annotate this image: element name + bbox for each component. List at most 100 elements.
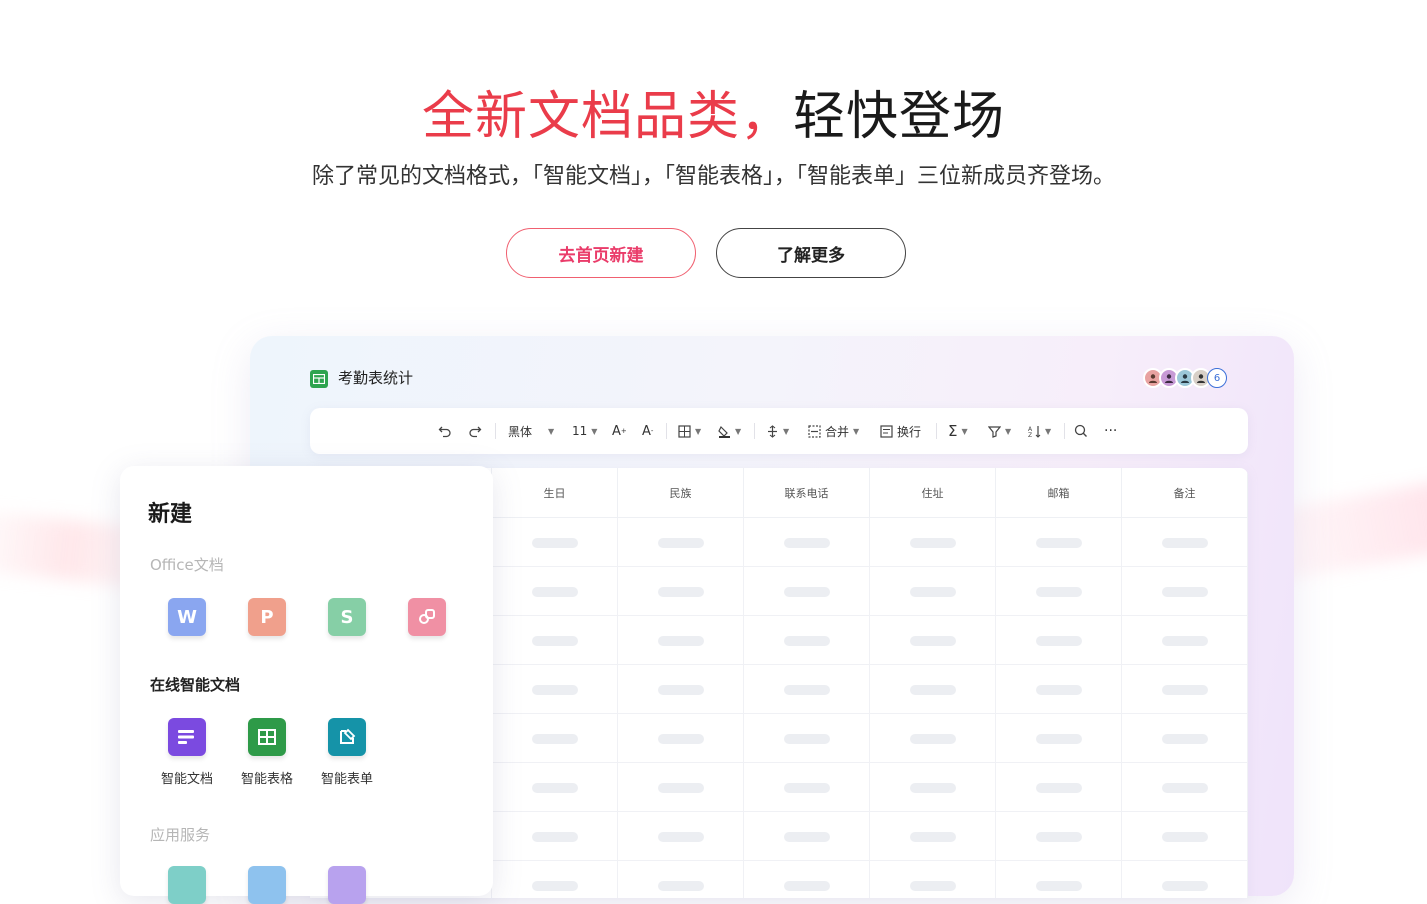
column-header-ethnicity[interactable]: 民族 xyxy=(618,468,744,518)
table-cell[interactable] xyxy=(870,567,996,616)
app-service-icon[interactable] xyxy=(248,866,286,904)
table-cell[interactable] xyxy=(996,861,1122,898)
smart-form-icon[interactable] xyxy=(328,718,366,756)
table-cell[interactable] xyxy=(870,812,996,861)
chevron-down-icon: ▼ xyxy=(1005,426,1012,436)
go-home-create-button[interactable]: 去首页新建 xyxy=(506,228,696,278)
chevron-down-icon: ▼ xyxy=(735,426,742,436)
table-cell[interactable] xyxy=(492,714,618,763)
table-cell[interactable] xyxy=(1122,714,1248,763)
learn-more-button[interactable]: 了解更多 xyxy=(716,228,906,278)
table-cell[interactable] xyxy=(618,616,744,665)
fill-color-icon[interactable]: ▼ xyxy=(718,408,741,454)
toolbar-divider xyxy=(495,423,496,439)
table-cell[interactable] xyxy=(870,714,996,763)
presentation-icon[interactable]: P xyxy=(248,598,286,636)
chevron-down-icon: ▼ xyxy=(548,426,555,436)
smart-form-label[interactable]: 智能表单 xyxy=(307,768,387,787)
filter-icon[interactable]: ▼ xyxy=(988,408,1011,454)
wrap-text-button[interactable]: 换行 xyxy=(880,408,921,454)
table-cell[interactable] xyxy=(1122,812,1248,861)
table-cell[interactable] xyxy=(492,763,618,812)
smart-table-icon[interactable] xyxy=(248,718,286,756)
table-cell[interactable] xyxy=(870,616,996,665)
table-cell[interactable] xyxy=(1122,518,1248,567)
table-cell[interactable] xyxy=(996,567,1122,616)
table-cell[interactable] xyxy=(492,518,618,567)
table-cell[interactable] xyxy=(492,812,618,861)
table-cell[interactable] xyxy=(1122,861,1248,898)
table-cell[interactable] xyxy=(492,567,618,616)
increase-font-icon[interactable]: A + xyxy=(612,408,627,454)
table-cell[interactable] xyxy=(1122,665,1248,714)
table-cell[interactable] xyxy=(870,518,996,567)
table-cell[interactable] xyxy=(744,714,870,763)
collaborator-avatars[interactable]: 6 xyxy=(1143,368,1227,390)
table-cell[interactable] xyxy=(492,861,618,898)
loading-placeholder xyxy=(1035,831,1082,842)
table-cell[interactable] xyxy=(744,518,870,567)
table-cell[interactable] xyxy=(618,763,744,812)
table-cell[interactable] xyxy=(744,567,870,616)
column-header-address[interactable]: 住址 xyxy=(870,468,996,518)
table-cell[interactable] xyxy=(996,518,1122,567)
table-cell[interactable] xyxy=(492,665,618,714)
sum-icon[interactable]: Σ ▼ xyxy=(948,408,968,454)
font-size-select[interactable]: 11 ▼ xyxy=(572,408,597,454)
column-header-phone[interactable]: 联系电话 xyxy=(744,468,870,518)
table-cell[interactable] xyxy=(744,763,870,812)
table-cell[interactable] xyxy=(618,518,744,567)
table-cell[interactable] xyxy=(870,861,996,898)
table-cell[interactable] xyxy=(996,812,1122,861)
table-cell[interactable] xyxy=(618,861,744,898)
pdf-icon[interactable] xyxy=(408,598,446,636)
undo-icon[interactable] xyxy=(438,408,452,454)
border-icon[interactable]: ▼ xyxy=(678,408,701,454)
app-service-icon[interactable] xyxy=(328,866,366,904)
redo-icon[interactable] xyxy=(468,408,482,454)
table-cell[interactable] xyxy=(744,861,870,898)
table-cell[interactable] xyxy=(744,616,870,665)
column-header-email[interactable]: 邮箱 xyxy=(996,468,1122,518)
document-title[interactable]: 考勤表统计 xyxy=(338,367,413,388)
table-cell[interactable] xyxy=(744,665,870,714)
table-cell[interactable] xyxy=(1122,567,1248,616)
table-cell[interactable] xyxy=(618,567,744,616)
table-cell[interactable] xyxy=(618,665,744,714)
table-cell[interactable] xyxy=(618,714,744,763)
spreadsheet-doc-icon[interactable]: S xyxy=(328,598,366,636)
table-cell[interactable] xyxy=(1122,763,1248,812)
table-cell[interactable] xyxy=(996,714,1122,763)
column-header-notes[interactable]: 备注 xyxy=(1122,468,1248,518)
column-header-birthday[interactable]: 生日 xyxy=(492,468,618,518)
loading-placeholder xyxy=(657,684,704,695)
font-family-select[interactable]: 黑体 ▼ xyxy=(508,408,554,454)
table-cell[interactable] xyxy=(996,665,1122,714)
merge-cells-button[interactable]: 合并 ▼ xyxy=(808,408,859,454)
loading-placeholder xyxy=(1035,635,1082,646)
word-doc-icon[interactable]: W xyxy=(168,598,206,636)
table-cell[interactable] xyxy=(492,616,618,665)
toolbar: 黑体 ▼ 11 ▼ A + A- ▼ ▼ ▼ 合并 ▼ 换行 Σ ▼ ▼ A Z ▼ ··· xyxy=(310,408,1248,454)
decrease-font-icon[interactable]: A- xyxy=(642,408,653,454)
smart-document-label[interactable]: 智能文档 xyxy=(147,768,227,787)
smart-table-label[interactable]: 智能表格 xyxy=(227,768,307,787)
loading-placeholder xyxy=(1035,684,1082,695)
table-cell[interactable] xyxy=(744,812,870,861)
loading-placeholder xyxy=(1161,831,1208,842)
spreadsheet-icon-letter: S xyxy=(340,606,354,628)
align-icon[interactable]: ▼ xyxy=(766,408,789,454)
table-cell[interactable] xyxy=(618,812,744,861)
table-cell[interactable] xyxy=(996,763,1122,812)
sort-icon[interactable]: A Z ▼ xyxy=(1028,408,1051,454)
table-cell[interactable] xyxy=(870,665,996,714)
table-cell[interactable] xyxy=(870,763,996,812)
smart-document-icon[interactable] xyxy=(168,718,206,756)
table-cell[interactable] xyxy=(996,616,1122,665)
app-service-icon[interactable] xyxy=(168,866,206,904)
more-collaborators-count[interactable]: 6 xyxy=(1207,368,1227,388)
more-options-icon[interactable]: ··· xyxy=(1104,408,1117,454)
chevron-down-icon: ▼ xyxy=(695,426,702,436)
table-cell[interactable] xyxy=(1122,616,1248,665)
search-icon[interactable] xyxy=(1074,408,1088,454)
